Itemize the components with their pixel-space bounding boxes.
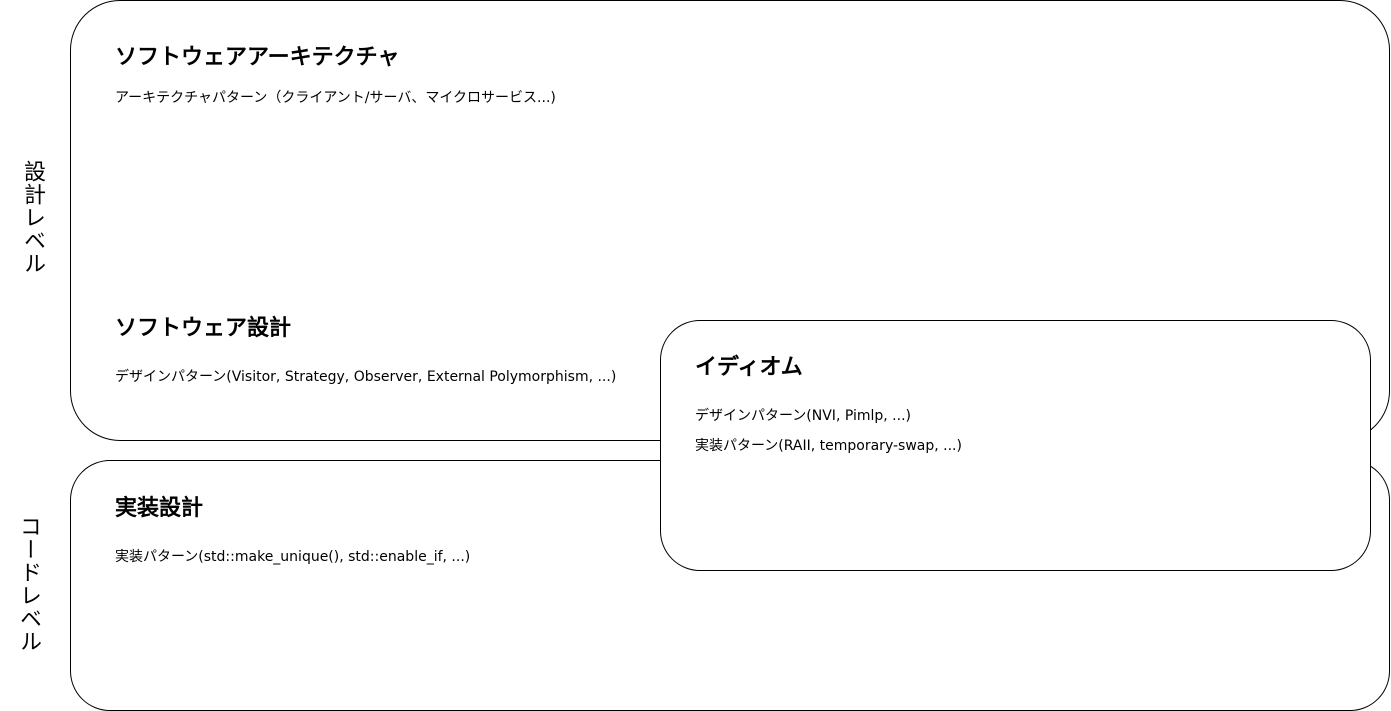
software-design-title: ソフトウェア設計 xyxy=(115,316,292,341)
idiom-design-pattern: デザインパターン(NVI, Pimlp, ...) xyxy=(695,408,911,424)
implementation-title: 実装設計 xyxy=(115,496,204,521)
software-design-description: デザインパターン(Visitor, Strategy, Observer, Ex… xyxy=(115,369,617,385)
architecture-description: アーキテクチャパターン（クライアント/サーバ、マイクロサービス...) xyxy=(115,90,556,106)
design-level-label: 設計レベル xyxy=(20,160,45,275)
code-level-label: コードレベル xyxy=(16,515,41,653)
architecture-title: ソフトウェアアーキテクチャ xyxy=(115,45,400,70)
implementation-description: 実装パターン(std::make_unique(), std::enable_i… xyxy=(115,549,471,565)
idiom-title: イディオム xyxy=(695,355,803,380)
idiom-implementation-pattern: 実装パターン(RAII, temporary-swap, ...) xyxy=(695,438,962,454)
